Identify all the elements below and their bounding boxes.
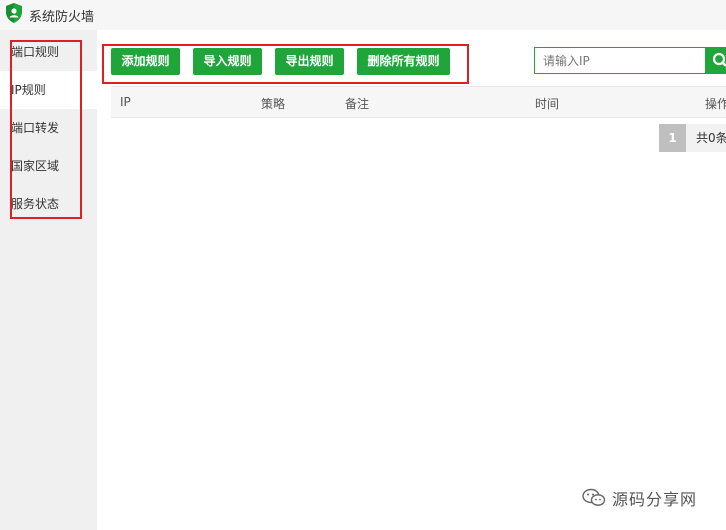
column-header-policy: 策略 (261, 97, 286, 111)
import-rules-button[interactable]: 导入规则 (193, 48, 262, 75)
search-button[interactable] (706, 47, 726, 74)
sidebar-item-port-forwarding[interactable]: 端口转发 (0, 109, 97, 147)
export-rules-button[interactable]: 导出规则 (275, 48, 344, 75)
pagination-current-page[interactable]: 1 (659, 124, 686, 152)
sidebar-item-label: 国家区域 (11, 159, 60, 173)
pagination-total: 共0条 (686, 124, 726, 152)
sidebar-item-label: 端口规则 (11, 45, 60, 59)
add-rule-button[interactable]: 添加规则 (111, 48, 180, 75)
ip-search-input[interactable] (534, 47, 706, 74)
wechat-icon (582, 488, 606, 506)
sidebar: 端口规则 IP规则 端口转发 国家区域 服务状态 (0, 30, 97, 530)
sidebar-item-label: 端口转发 (11, 121, 60, 135)
delete-all-rules-button[interactable]: 删除所有规则 (357, 48, 450, 75)
sidebar-item-port-rules[interactable]: 端口规则 (0, 33, 97, 71)
window-title: 系统防火墙 (29, 10, 95, 25)
sidebar-item-service-status[interactable]: 服务状态 (0, 185, 97, 223)
watermark: 源码分享网 (582, 486, 697, 510)
column-header-actions: 操作 (705, 97, 726, 111)
column-header-note: 备注 (345, 97, 370, 111)
watermark-text: 源码分享网 (612, 490, 698, 509)
column-header-ip: IP (120, 95, 131, 109)
table-header: IP 策略 备注 时间 操作 (111, 86, 726, 118)
sidebar-item-ip-rules[interactable]: IP规则 (0, 71, 97, 109)
sidebar-item-label: IP规则 (11, 83, 46, 97)
shield-icon (6, 3, 22, 23)
column-header-time: 时间 (535, 97, 560, 111)
sidebar-item-label: 服务状态 (11, 197, 60, 211)
title-bar: 系统防火墙 (0, 0, 726, 30)
search-icon (712, 52, 726, 67)
sidebar-item-country-region[interactable]: 国家区域 (0, 147, 97, 185)
